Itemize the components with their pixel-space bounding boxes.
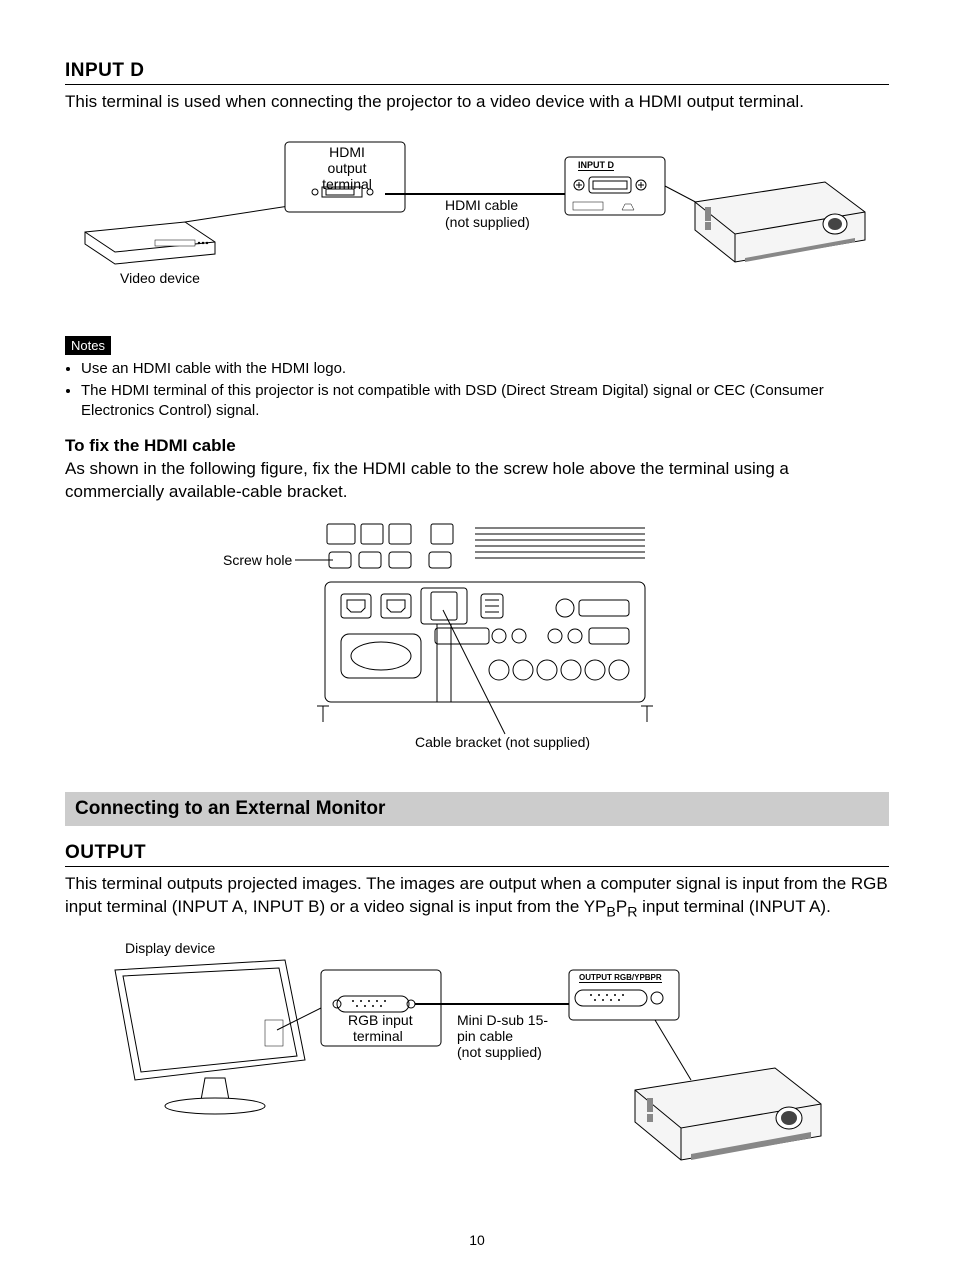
output-intro-mid: P [616, 897, 627, 916]
label-hdmi-output: HDMI output terminal [312, 144, 382, 192]
page-number: 10 [0, 1232, 954, 1248]
label-rgb-input-2: terminal [353, 1028, 403, 1044]
notes-list: Use an HDMI cable with the HDMI logo. Th… [65, 359, 889, 422]
label-minidsub-1: Mini D-sub 15- [457, 1012, 548, 1028]
label-video-device: Video device [120, 270, 200, 286]
label-output-port: OUTPUT RGB/YPBPR [579, 973, 662, 983]
output-intro-sub2: R [627, 904, 637, 920]
label-minidsub-2: pin cable [457, 1028, 513, 1044]
fix-hdmi-heading: To fix the HDMI cable [65, 436, 889, 456]
label-display-device: Display device [125, 940, 215, 956]
label-cable-bracket: Cable bracket (not supplied) [415, 734, 590, 750]
label-minidsub-3: (not supplied) [457, 1044, 542, 1060]
output-intro: This terminal outputs projected images. … [65, 873, 889, 922]
banner-external-monitor: Connecting to an External Monitor [65, 792, 889, 826]
fix-hdmi-body: As shown in the following figure, fix th… [65, 458, 889, 504]
label-screw-hole: Screw hole [223, 552, 292, 568]
figure-output-connection: Display device RGB input terminal Mini D… [65, 940, 889, 1200]
input-d-intro: This terminal is used when connecting th… [65, 91, 889, 114]
notes-heading: Notes [65, 336, 111, 355]
section-title-input-d: INPUT D [65, 60, 889, 85]
note-item: The HDMI terminal of this projector is n… [81, 381, 889, 422]
label-input-d-port: INPUT D [578, 160, 614, 171]
figure-hdmi-bracket: Screw hole Cable bracket (not supplied) [65, 514, 889, 764]
label-hdmi-cable-1: HDMI cable [445, 197, 518, 213]
output-intro-sub1: B [606, 904, 615, 920]
label-rgb-input-1: RGB input [348, 1012, 413, 1028]
label-hdmi-cable-2: (not supplied) [445, 214, 530, 230]
note-item: Use an HDMI cable with the HDMI logo. [81, 359, 889, 379]
output-intro-post: input terminal (INPUT A). [637, 897, 830, 916]
section-title-output: OUTPUT [65, 842, 889, 867]
figure-hdmi-connection: HDMI output terminal HDMI cable (not sup… [65, 132, 889, 322]
